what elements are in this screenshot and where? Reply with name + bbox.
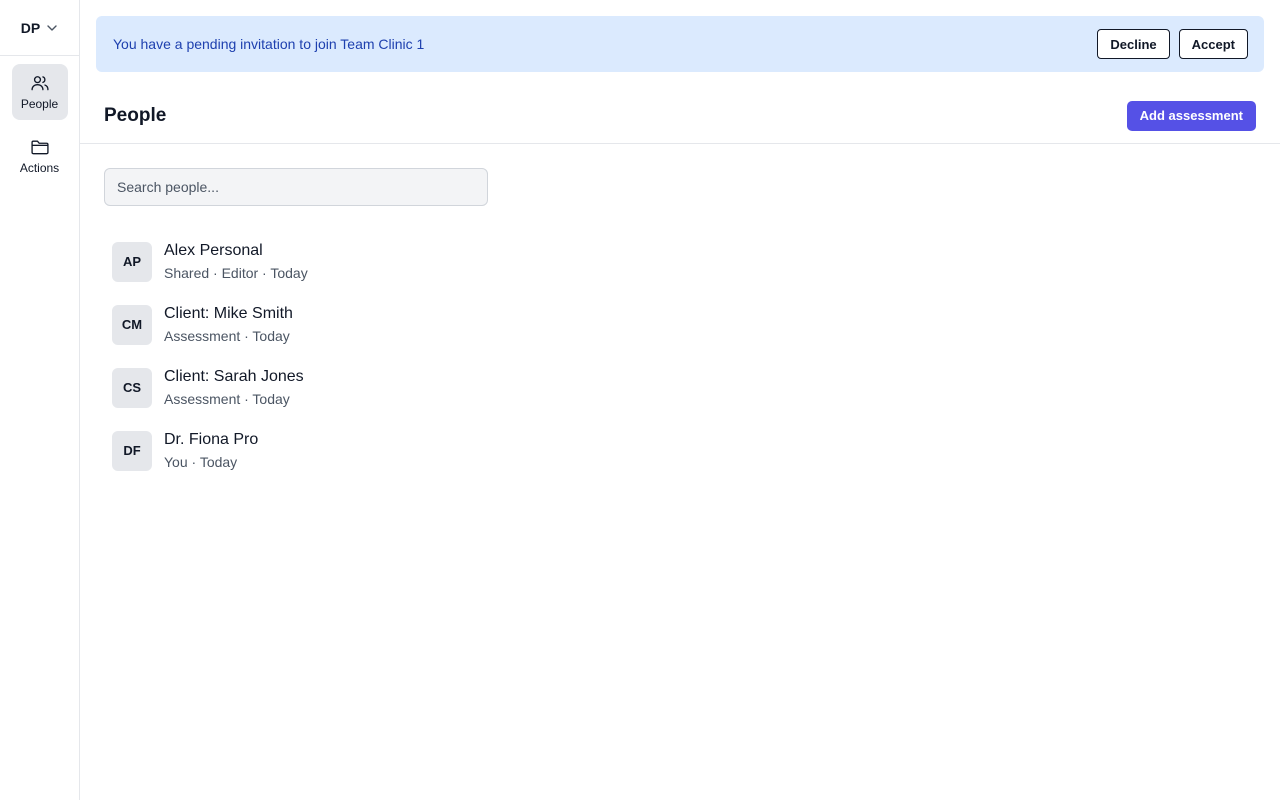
person-name: Alex Personal [164, 242, 263, 259]
person-meta: You · Today [164, 454, 238, 470]
account-initials: DP [20, 19, 41, 36]
person-meta: Shared · Editor · Today [164, 265, 308, 281]
sidebar-item-label: People [20, 97, 59, 111]
people-list: AP Alex Personal Shared · Editor · Today… [104, 230, 704, 482]
person-name: Dr. Fiona Pro [164, 431, 259, 448]
invitation-actions: Decline Accept [1097, 29, 1248, 59]
users-icon [30, 73, 50, 93]
sidebar-nav: People Actions [0, 56, 79, 184]
avatar: CS [112, 367, 152, 408]
person-info: Client: Sarah Jones Assessment · Today [164, 367, 304, 408]
invitation-message: You have a pending invitation to join Te… [113, 36, 425, 52]
invitation-banner: You have a pending invitation to join Te… [96, 16, 1264, 72]
avatar: CM [112, 304, 152, 345]
add-assessment-button[interactable]: Add assessment [1126, 100, 1256, 131]
person-meta: Assessment · Today [164, 328, 290, 344]
person-meta: Assessment · Today [164, 391, 290, 407]
avatar: AP [112, 241, 152, 282]
sidebar-item-people[interactable]: People [11, 64, 68, 120]
list-item[interactable]: DF Dr. Fiona Pro You · Today [104, 419, 704, 482]
person-name: Client: Sarah Jones [164, 368, 304, 385]
person-info: Client: Mike Smith Assessment · Today [164, 304, 293, 345]
decline-button[interactable]: Decline [1097, 29, 1170, 59]
avatar: DF [112, 430, 152, 471]
search-input[interactable] [104, 168, 488, 206]
folder-icon [30, 137, 50, 157]
sidebar: DP People Actions [0, 0, 80, 800]
chevron-down-icon [46, 22, 58, 34]
account-switcher[interactable]: DP [0, 0, 79, 56]
person-info: Alex Personal Shared · Editor · Today [164, 241, 308, 282]
person-info: Dr. Fiona Pro You · Today [164, 430, 258, 471]
sidebar-item-label: Actions [19, 161, 60, 175]
list-item[interactable]: AP Alex Personal Shared · Editor · Today [104, 230, 704, 293]
page-title: People [104, 104, 167, 126]
list-item[interactable]: CS Client: Sarah Jones Assessment · Toda… [104, 356, 704, 419]
page-header: People Add assessment [80, 88, 1280, 144]
person-name: Client: Mike Smith [164, 305, 293, 322]
accept-button[interactable]: Accept [1178, 29, 1248, 59]
list-item[interactable]: CM Client: Mike Smith Assessment · Today [104, 293, 704, 356]
sidebar-item-actions[interactable]: Actions [12, 128, 68, 184]
